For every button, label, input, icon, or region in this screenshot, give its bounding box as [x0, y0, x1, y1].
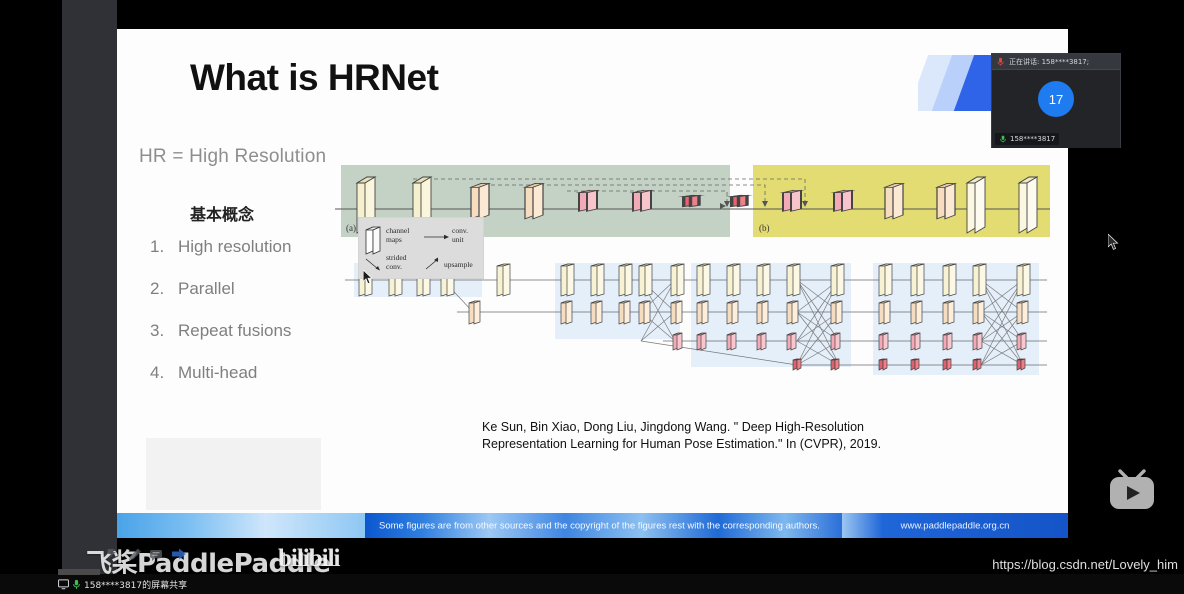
pencil-icon — [129, 548, 141, 560]
diagram-label-b: (b) — [759, 223, 770, 233]
microphone-active-icon — [997, 57, 1004, 66]
svg-text:conv.: conv. — [386, 262, 402, 271]
section-heading: 基本概念 — [190, 205, 255, 224]
list-item-number: 4. — [150, 363, 165, 382]
meeting-panel-header: 正在讲话: 158****3817; — [992, 54, 1120, 70]
monitor-icon — [58, 578, 69, 589]
watermark-bilibili: bilibili — [278, 545, 340, 572]
footer-left-gradient — [117, 513, 365, 538]
screen-share-indicator[interactable]: 158****3817的屏幕共享 — [0, 578, 187, 591]
footer-url-block: www.paddlepaddle.org.cn — [842, 513, 1068, 538]
meeting-video-tile[interactable]: 17 158****3817 — [992, 70, 1120, 148]
share-icon — [107, 549, 116, 559]
bilibili-play-button[interactable] — [1105, 467, 1159, 515]
list-item-label: High resolution — [178, 237, 292, 256]
screen-root: What is HRNet HR = High Resolution 基本概念 … — [0, 0, 1184, 594]
legend-label-upsample: upsample — [444, 260, 473, 269]
slide-footer-bar: Some figures are from other sources and … — [117, 513, 1068, 538]
list-item-label: Repeat fusions — [178, 321, 292, 340]
status-bar-text: 158****3817的屏幕共享 — [84, 580, 188, 591]
diagram-label-a: (a) — [346, 223, 356, 233]
diagram-legend: channel maps conv. unit strided conv. up… — [358, 217, 484, 279]
legend-label-strided-conv: strided — [386, 253, 407, 262]
list-item-number: 3. — [150, 321, 165, 340]
microphone-icon — [73, 579, 80, 589]
list-item-label: Parallel — [178, 279, 235, 298]
chrome-left-letterbox — [0, 0, 62, 574]
comment-icon — [150, 550, 162, 561]
os-status-bar: 158****3817的屏幕共享 — [0, 569, 1184, 594]
meeting-speaker-label: 正在讲话: 158****3817; — [1009, 57, 1090, 66]
watermark-blog-url: https://blog.csdn.net/Lovely_him — [992, 557, 1178, 572]
chrome-grey-band — [62, 0, 117, 574]
footer-copyright-notice: Some figures are from other sources and … — [365, 513, 842, 538]
avatar: 17 — [1038, 81, 1074, 117]
presentation-slide: What is HRNet HR = High Resolution 基本概念 … — [117, 29, 1068, 538]
status-bar-tab-strip — [58, 569, 100, 575]
chrome-top-letterbox — [117, 0, 1068, 29]
meeting-participant-badge: 158****3817 — [995, 133, 1060, 145]
list-item-label: Multi-head — [178, 363, 258, 382]
forward-arrow-icon — [172, 548, 186, 560]
page-title: What is HRNet — [190, 57, 439, 98]
meeting-participant-name: 158****3817 — [1010, 135, 1056, 143]
list-item-number: 2. — [150, 279, 165, 298]
list-item-number: 1. — [150, 237, 165, 256]
paper-citation: Ke Sun, Bin Xiao, Dong Liu, Jingdong Wan… — [482, 420, 882, 451]
watermark-toolbar-icons — [104, 546, 188, 564]
svg-text:unit: unit — [452, 235, 465, 244]
legend-label-conv-unit: conv. — [452, 226, 468, 235]
mouse-cursor-primary — [1108, 234, 1119, 250]
subtitle-hr-definition: HR = High Resolution — [139, 146, 327, 167]
mouse-cursor-secondary — [363, 270, 373, 285]
footer-url-text: www.paddlepaddle.org.cn — [900, 520, 1010, 531]
svg-text:maps: maps — [386, 235, 402, 244]
legend-label-channel-maps: channel — [386, 226, 409, 235]
footer-notice-text: Some figures are from other sources and … — [379, 520, 820, 531]
meeting-video-panel[interactable]: 正在讲话: 158****3817; 17 158****3817 — [991, 53, 1121, 148]
slide-image-placeholder — [146, 438, 321, 510]
microphone-icon — [1000, 135, 1006, 143]
